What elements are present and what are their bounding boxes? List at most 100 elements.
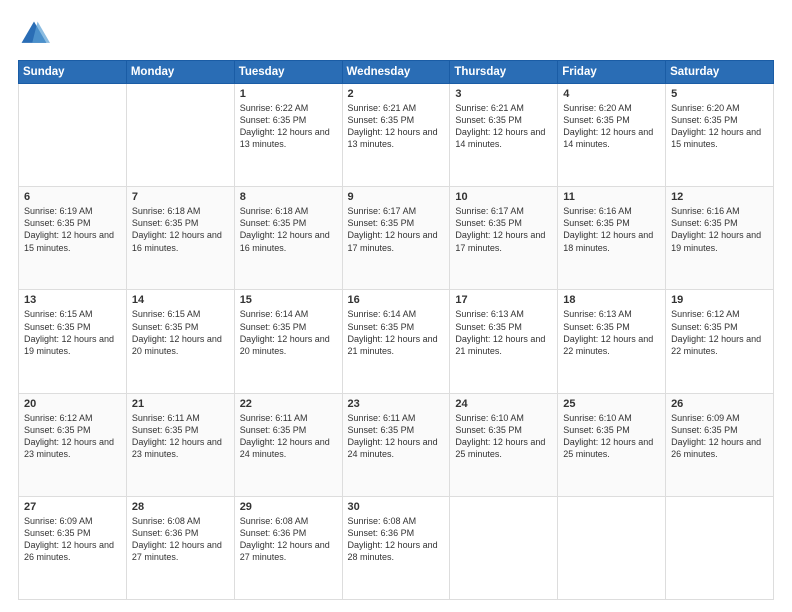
- calendar-cell: 23 Sunrise: 6:11 AM Sunset: 6:35 PM Dayli…: [342, 393, 450, 496]
- calendar-cell: 1Sunrise: 6:22 AM Sunset: 6:35 PM Daylig…: [234, 84, 342, 187]
- day-number: 27: [24, 501, 121, 513]
- calendar-cell: 4 Sunrise: 6:20 AM Sunset: 6:35 PM Daylig…: [558, 84, 666, 187]
- day-info: Sunrise: 6:20 AM Sunset: 6:35 PM Dayligh…: [563, 102, 660, 151]
- page: SundayMondayTuesdayWednesdayThursdayFrid…: [0, 0, 792, 612]
- calendar-cell: 2 Sunrise: 6:21 AM Sunset: 6:35 PM Daylig…: [342, 84, 450, 187]
- week-row-2: 6Sunrise: 6:19 AM Sunset: 6:35 PM Daylig…: [19, 187, 774, 290]
- calendar-cell: [126, 84, 234, 187]
- day-info: Sunrise: 6:15 AM Sunset: 6:35 PM Dayligh…: [132, 308, 229, 357]
- day-info: Sunrise: 6:15 AM Sunset: 6:35 PM Dayligh…: [24, 308, 121, 357]
- day-number: 12: [671, 191, 768, 203]
- day-number: 15: [240, 294, 337, 306]
- calendar-cell: 19Sunrise: 6:12 AM Sunset: 6:35 PM Dayli…: [666, 290, 774, 393]
- calendar-cell: 20Sunrise: 6:12 AM Sunset: 6:35 PM Dayli…: [19, 393, 127, 496]
- calendar-cell: 27 Sunrise: 6:09 AM Sunset: 6:35 PM Dayli…: [19, 496, 127, 599]
- weekday-friday: Friday: [558, 61, 666, 84]
- day-number: 25: [563, 398, 660, 410]
- day-number: 24: [455, 398, 552, 410]
- day-info: Sunrise: 6:17 AM Sunset: 6:35 PM Dayligh…: [455, 205, 552, 254]
- day-number: 8: [240, 191, 337, 203]
- day-info: Sunrise: 6:10 AM Sunset: 6:35 PM Dayligh…: [455, 412, 552, 461]
- day-number: 11: [563, 191, 660, 203]
- calendar-cell: 18Sunrise: 6:13 AM Sunset: 6:35 PM Dayli…: [558, 290, 666, 393]
- day-number: 10: [455, 191, 552, 203]
- calendar-cell: 25 Sunrise: 6:10 AM Sunset: 6:35 PM Dayli…: [558, 393, 666, 496]
- day-number: 5: [671, 88, 768, 100]
- weekday-wednesday: Wednesday: [342, 61, 450, 84]
- day-info: Sunrise: 6:14 AM Sunset: 6:35 PM Dayligh…: [240, 308, 337, 357]
- weekday-saturday: Saturday: [666, 61, 774, 84]
- calendar-cell: [666, 496, 774, 599]
- day-number: 30: [348, 501, 445, 513]
- calendar-cell: 12 Sunrise: 6:16 AM Sunset: 6:35 PM Dayli…: [666, 187, 774, 290]
- calendar-cell: [450, 496, 558, 599]
- day-info: Sunrise: 6:10 AM Sunset: 6:35 PM Dayligh…: [563, 412, 660, 461]
- day-number: 6: [24, 191, 121, 203]
- day-info: Sunrise: 6:17 AM Sunset: 6:35 PM Dayligh…: [348, 205, 445, 254]
- day-info: Sunrise: 6:09 AM Sunset: 6:35 PM Dayligh…: [24, 515, 121, 564]
- calendar-cell: 29 Sunrise: 6:08 AM Sunset: 6:36 PM Dayli…: [234, 496, 342, 599]
- day-number: 22: [240, 398, 337, 410]
- weekday-thursday: Thursday: [450, 61, 558, 84]
- day-info: Sunrise: 6:12 AM Sunset: 6:35 PM Dayligh…: [671, 308, 768, 357]
- calendar-cell: 3 Sunrise: 6:21 AM Sunset: 6:35 PM Daylig…: [450, 84, 558, 187]
- day-number: 3: [455, 88, 552, 100]
- calendar-cell: 8 Sunrise: 6:18 AM Sunset: 6:35 PM Daylig…: [234, 187, 342, 290]
- day-number: 14: [132, 294, 229, 306]
- calendar-cell: 9Sunrise: 6:17 AM Sunset: 6:35 PM Daylig…: [342, 187, 450, 290]
- day-info: Sunrise: 6:18 AM Sunset: 6:35 PM Dayligh…: [132, 205, 229, 254]
- day-number: 23: [348, 398, 445, 410]
- day-info: Sunrise: 6:13 AM Sunset: 6:35 PM Dayligh…: [563, 308, 660, 357]
- calendar-cell: 15 Sunrise: 6:14 AM Sunset: 6:35 PM Dayli…: [234, 290, 342, 393]
- calendar-cell: 7Sunrise: 6:18 AM Sunset: 6:35 PM Daylig…: [126, 187, 234, 290]
- day-info: Sunrise: 6:21 AM Sunset: 6:35 PM Dayligh…: [455, 102, 552, 151]
- calendar-cell: 14 Sunrise: 6:15 AM Sunset: 6:35 PM Dayli…: [126, 290, 234, 393]
- calendar-table: SundayMondayTuesdayWednesdayThursdayFrid…: [18, 60, 774, 600]
- day-info: Sunrise: 6:16 AM Sunset: 6:35 PM Dayligh…: [671, 205, 768, 254]
- calendar-cell: 28 Sunrise: 6:08 AM Sunset: 6:36 PM Dayli…: [126, 496, 234, 599]
- day-number: 1: [240, 88, 337, 100]
- day-number: 29: [240, 501, 337, 513]
- calendar-cell: 13 Sunrise: 6:15 AM Sunset: 6:35 PM Dayli…: [19, 290, 127, 393]
- day-info: Sunrise: 6:08 AM Sunset: 6:36 PM Dayligh…: [132, 515, 229, 564]
- day-info: Sunrise: 6:09 AM Sunset: 6:35 PM Dayligh…: [671, 412, 768, 461]
- week-row-5: 27 Sunrise: 6:09 AM Sunset: 6:35 PM Dayli…: [19, 496, 774, 599]
- calendar-cell: 10 Sunrise: 6:17 AM Sunset: 6:35 PM Dayli…: [450, 187, 558, 290]
- week-row-3: 13 Sunrise: 6:15 AM Sunset: 6:35 PM Dayli…: [19, 290, 774, 393]
- day-number: 26: [671, 398, 768, 410]
- calendar-cell: 30 Sunrise: 6:08 AM Sunset: 6:36 PM Dayli…: [342, 496, 450, 599]
- calendar-cell: 11 Sunrise: 6:16 AM Sunset: 6:35 PM Dayli…: [558, 187, 666, 290]
- day-info: Sunrise: 6:20 AM Sunset: 6:35 PM Dayligh…: [671, 102, 768, 151]
- day-info: Sunrise: 6:12 AM Sunset: 6:35 PM Dayligh…: [24, 412, 121, 461]
- day-info: Sunrise: 6:18 AM Sunset: 6:35 PM Dayligh…: [240, 205, 337, 254]
- week-row-1: 1Sunrise: 6:22 AM Sunset: 6:35 PM Daylig…: [19, 84, 774, 187]
- logo: [18, 18, 54, 50]
- day-number: 21: [132, 398, 229, 410]
- day-info: Sunrise: 6:11 AM Sunset: 6:35 PM Dayligh…: [348, 412, 445, 461]
- day-number: 4: [563, 88, 660, 100]
- calendar-cell: 22 Sunrise: 6:11 AM Sunset: 6:35 PM Dayli…: [234, 393, 342, 496]
- day-info: Sunrise: 6:16 AM Sunset: 6:35 PM Dayligh…: [563, 205, 660, 254]
- day-info: Sunrise: 6:11 AM Sunset: 6:35 PM Dayligh…: [240, 412, 337, 461]
- calendar-cell: 6Sunrise: 6:19 AM Sunset: 6:35 PM Daylig…: [19, 187, 127, 290]
- weekday-monday: Monday: [126, 61, 234, 84]
- calendar-cell: [19, 84, 127, 187]
- calendar-cell: 21 Sunrise: 6:11 AM Sunset: 6:35 PM Dayli…: [126, 393, 234, 496]
- calendar-cell: 16 Sunrise: 6:14 AM Sunset: 6:35 PM Dayli…: [342, 290, 450, 393]
- day-info: Sunrise: 6:08 AM Sunset: 6:36 PM Dayligh…: [348, 515, 445, 564]
- day-number: 28: [132, 501, 229, 513]
- logo-icon: [18, 18, 50, 50]
- day-number: 13: [24, 294, 121, 306]
- header: [18, 18, 774, 50]
- day-info: Sunrise: 6:21 AM Sunset: 6:35 PM Dayligh…: [348, 102, 445, 151]
- day-number: 16: [348, 294, 445, 306]
- calendar-cell: [558, 496, 666, 599]
- day-info: Sunrise: 6:08 AM Sunset: 6:36 PM Dayligh…: [240, 515, 337, 564]
- weekday-header-row: SundayMondayTuesdayWednesdayThursdayFrid…: [19, 61, 774, 84]
- day-info: Sunrise: 6:14 AM Sunset: 6:35 PM Dayligh…: [348, 308, 445, 357]
- week-row-4: 20Sunrise: 6:12 AM Sunset: 6:35 PM Dayli…: [19, 393, 774, 496]
- day-info: Sunrise: 6:13 AM Sunset: 6:35 PM Dayligh…: [455, 308, 552, 357]
- day-info: Sunrise: 6:11 AM Sunset: 6:35 PM Dayligh…: [132, 412, 229, 461]
- day-number: 2: [348, 88, 445, 100]
- calendar-cell: 26 Sunrise: 6:09 AM Sunset: 6:35 PM Dayli…: [666, 393, 774, 496]
